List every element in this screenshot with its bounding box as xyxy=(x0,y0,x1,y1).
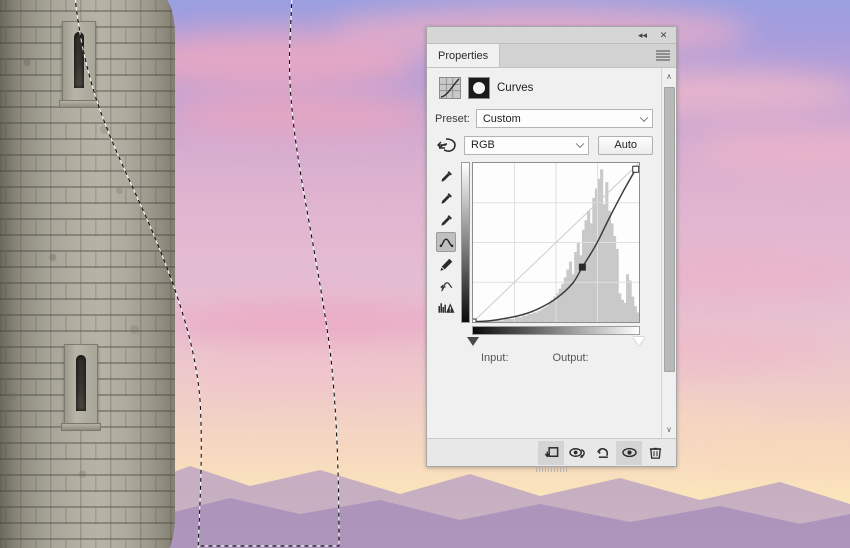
chevron-down-icon xyxy=(576,139,585,149)
on-image-adjustment-icon[interactable] xyxy=(437,135,459,155)
castle-tower xyxy=(0,0,175,548)
output-gradient-ramp xyxy=(461,162,470,323)
preset-value: Custom xyxy=(482,112,521,125)
chevron-down-icon xyxy=(639,113,649,122)
close-panel-icon[interactable]: ✕ xyxy=(657,29,670,42)
output-label: Output: xyxy=(552,352,589,364)
panel-menu-icon[interactable] xyxy=(656,50,670,61)
toggle-layer-visibility-button[interactable] xyxy=(616,440,642,465)
curves-grid[interactable] xyxy=(472,162,640,323)
clip-to-layer-button[interactable] xyxy=(538,440,564,465)
adjustment-header: Curves xyxy=(439,77,653,99)
panel-tab-strip: Properties xyxy=(427,44,676,68)
auto-button-label: Auto xyxy=(614,139,637,151)
window-sill xyxy=(59,100,99,108)
menu-line xyxy=(656,56,670,58)
panel-content: Curves Preset: Custom RGB Auto Input: Ou… xyxy=(427,68,661,438)
menu-line xyxy=(656,53,670,55)
window-opening xyxy=(76,355,86,411)
channel-value: RGB xyxy=(471,139,495,151)
cloud-wisp xyxy=(180,355,440,389)
curves-tool-column xyxy=(435,162,457,318)
scroll-down-arrow-icon[interactable]: ∨ xyxy=(663,423,676,436)
white-point-marker[interactable] xyxy=(633,337,645,346)
cloud-wisp xyxy=(170,95,430,135)
smooth-curve-tool[interactable] xyxy=(436,276,456,296)
sample-gray-point-eyedropper-tool[interactable] xyxy=(436,188,456,208)
scrollbar-track[interactable] xyxy=(663,83,676,423)
auto-button[interactable]: Auto xyxy=(598,135,653,155)
cloud-wisp xyxy=(160,300,460,346)
photoshop-canvas[interactable]: ◂◂ ✕ Properties Curves Preset: Custom RG… xyxy=(0,0,850,548)
black-point-marker[interactable] xyxy=(467,337,479,346)
curves-plot[interactable] xyxy=(473,163,639,322)
collapse-panel-icon[interactable]: ◂◂ xyxy=(636,29,649,42)
layer-mask-thumbnail[interactable] xyxy=(468,77,490,99)
edit-points-curve-tool[interactable] xyxy=(436,232,456,252)
input-output-fields: Input: Output: xyxy=(481,352,589,364)
panel-resize-grip[interactable] xyxy=(535,467,568,472)
tab-properties-label: Properties xyxy=(438,49,489,62)
reset-adjustment-button[interactable] xyxy=(590,441,616,465)
scroll-up-arrow-icon[interactable]: ∧ xyxy=(663,70,676,83)
preset-label: Preset: xyxy=(435,112,470,125)
panel-body: Curves Preset: Custom RGB Auto Input: Ou… xyxy=(427,68,676,438)
curves-graph-area: Input: Output: xyxy=(435,162,653,364)
draw-pencil-curve-tool[interactable] xyxy=(436,254,456,274)
preset-select[interactable]: Custom xyxy=(475,109,653,128)
mask-shape xyxy=(473,82,485,94)
toggle-previous-state-button[interactable] xyxy=(564,441,590,465)
input-label: Input: xyxy=(481,352,509,364)
sample-black-point-eyedropper-tool[interactable] xyxy=(436,166,456,186)
channel-select[interactable]: RGB xyxy=(464,135,590,155)
panel-scrollbar[interactable]: ∧ ∨ xyxy=(661,68,676,438)
histogram-warning-icon[interactable] xyxy=(436,298,456,318)
preset-row: Preset: Custom xyxy=(435,109,653,128)
panel-titlebar: ◂◂ ✕ xyxy=(427,27,676,44)
properties-panel[interactable]: ◂◂ ✕ Properties Curves Preset: Custom RG… xyxy=(426,26,677,472)
channel-row: RGB Auto xyxy=(435,135,653,155)
adjustment-title: Curves xyxy=(497,82,534,94)
scrollbar-thumb[interactable] xyxy=(663,87,675,372)
panel-footer-toolbar xyxy=(427,438,676,472)
window-opening xyxy=(74,32,84,88)
tab-properties[interactable]: Properties xyxy=(427,44,501,67)
delete-adjustment-layer-button[interactable] xyxy=(642,441,668,465)
curves-adjustment-thumbnail[interactable] xyxy=(439,77,461,99)
window-sill xyxy=(61,423,101,431)
input-gradient-ramp xyxy=(472,326,640,335)
sample-white-point-eyedropper-tool[interactable] xyxy=(436,210,456,230)
menu-line xyxy=(656,59,670,61)
arrow-slit-window xyxy=(59,21,99,108)
arrow-slit-window xyxy=(61,344,101,431)
menu-line xyxy=(656,50,670,52)
